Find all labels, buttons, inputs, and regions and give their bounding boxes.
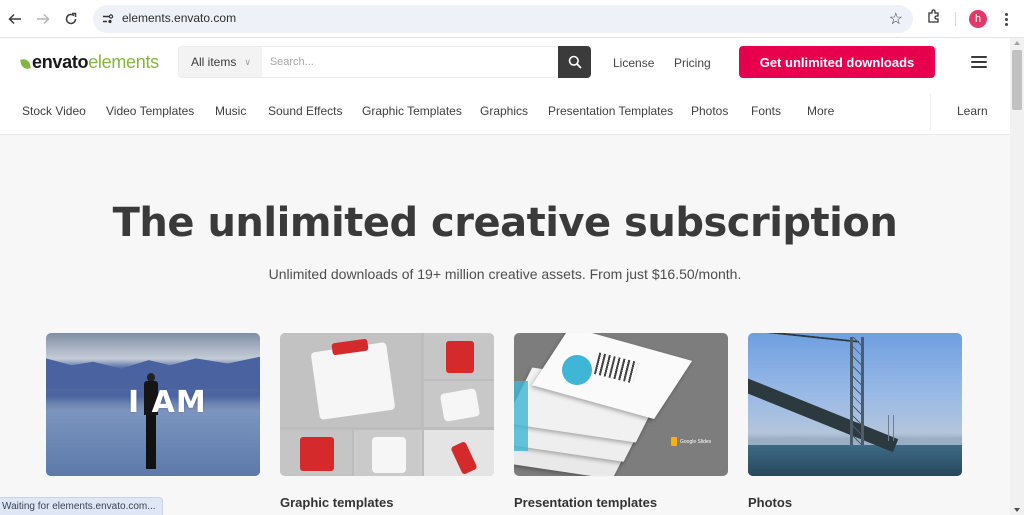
tune-icon xyxy=(103,14,114,24)
envato-elements-logo[interactable]: envato elements xyxy=(20,52,159,73)
figure-legs xyxy=(146,415,156,469)
scroll-thumb[interactable] xyxy=(1012,50,1022,110)
slide-accent xyxy=(514,381,528,451)
site-header: envato elements All items ∨ License Pric… xyxy=(0,38,1010,135)
nav-item-presentation-templates[interactable]: Presentation Templates xyxy=(548,104,673,118)
chevron-down-icon: ∨ xyxy=(244,56,251,67)
bookmark-star-icon[interactable]: ☆ xyxy=(889,9,903,29)
kebab-dot xyxy=(1004,22,1008,26)
hero-title: The unlimited creative subscription xyxy=(112,200,898,246)
scroll-down-arrow-icon[interactable] xyxy=(1014,508,1020,512)
card-thumbnail-lake[interactable]: I AM xyxy=(46,333,260,476)
nav-item-more[interactable]: More xyxy=(807,104,834,118)
category-card-graphic-templates[interactable]: Graphic templates xyxy=(280,333,494,510)
puzzle-icon xyxy=(928,9,939,23)
card-thumbnail-bridge[interactable] xyxy=(748,333,962,476)
card-label[interactable]: Photos xyxy=(748,495,792,510)
category-dropdown[interactable]: All items ∨ xyxy=(178,46,262,78)
hamburger-line xyxy=(971,61,987,63)
white-polo-red-trim xyxy=(372,437,406,473)
site-info-button[interactable] xyxy=(99,10,117,28)
card-thumbnail-polo-shirts[interactable] xyxy=(280,333,494,476)
search-input[interactable] xyxy=(261,46,559,78)
kebab-dot xyxy=(1004,12,1008,16)
pricing-link[interactable]: Pricing xyxy=(674,56,711,70)
get-unlimited-downloads-button[interactable]: Get unlimited downloads xyxy=(739,46,935,78)
category-card-stock-video[interactable]: I AM xyxy=(46,333,260,476)
card-thumbnail-slides[interactable]: Google Slides xyxy=(514,333,728,476)
bridge-far-tower xyxy=(888,415,894,441)
search-bar: All items ∨ xyxy=(178,46,591,78)
forward-button[interactable] xyxy=(33,9,53,29)
kebab-dot xyxy=(1004,17,1008,21)
url-text[interactable]: elements.envato.com xyxy=(122,11,236,25)
address-bar[interactable]: elements.envato.com ☆ xyxy=(93,5,913,33)
browser-toolbar: elements.envato.com ☆ h xyxy=(0,0,1024,38)
leaf-icon xyxy=(20,58,31,70)
white-polo-shirt xyxy=(310,342,396,420)
category-card-presentation-templates[interactable]: Google Slides Presentation templates xyxy=(514,333,728,510)
nav-item-sound-effects[interactable]: Sound Effects xyxy=(268,104,343,118)
toolbar-divider xyxy=(955,12,956,26)
license-link[interactable]: License xyxy=(613,56,654,70)
profile-avatar[interactable]: h xyxy=(969,10,987,28)
back-button[interactable] xyxy=(5,9,25,29)
bridge-tower xyxy=(850,337,864,445)
arrow-right-icon xyxy=(37,13,50,25)
google-slides-badge: Google Slides xyxy=(671,437,711,446)
red-polo-flat xyxy=(300,437,334,471)
bridge-cable xyxy=(748,333,860,367)
nav-item-stock-video[interactable]: Stock Video xyxy=(22,104,86,118)
nav-item-learn[interactable]: Learn xyxy=(957,104,988,118)
logo-elements-text: elements xyxy=(88,52,159,72)
red-polo-folded xyxy=(446,341,474,373)
category-dropdown-label: All items xyxy=(191,55,237,69)
browser-menu-button[interactable] xyxy=(1000,9,1012,29)
search-button[interactable] xyxy=(558,46,591,78)
arrow-left-icon xyxy=(8,13,21,25)
card-label[interactable]: Graphic templates xyxy=(280,495,393,510)
nav-item-fonts[interactable]: Fonts xyxy=(751,104,781,118)
logo-envato-text: envato xyxy=(32,52,89,72)
browser-status-bubble: Waiting for elements.envato.com... xyxy=(0,497,163,515)
reload-button[interactable] xyxy=(61,9,81,29)
scroll-up-arrow-icon[interactable] xyxy=(1014,41,1020,45)
cyan-circle xyxy=(562,355,592,385)
card-label[interactable]: Presentation templates xyxy=(514,495,657,510)
extensions-button[interactable] xyxy=(926,9,944,27)
hamburger-line xyxy=(971,66,987,68)
page-scrollbar[interactable] xyxy=(1010,38,1024,515)
nav-item-graphic-templates[interactable]: Graphic Templates xyxy=(362,104,462,118)
nav-item-graphics[interactable]: Graphics xyxy=(480,104,528,118)
nav-item-photos[interactable]: Photos xyxy=(691,104,728,118)
hamburger-menu-icon[interactable] xyxy=(971,56,987,68)
nav-item-video-templates[interactable]: Video Templates xyxy=(106,104,194,118)
hamburger-line xyxy=(971,56,987,58)
reload-icon xyxy=(65,12,77,25)
google-slides-icon xyxy=(671,437,677,446)
search-icon xyxy=(568,55,582,69)
category-card-photos[interactable]: Photos xyxy=(748,333,962,510)
category-nav: Stock Video Video Templates Music Sound … xyxy=(0,94,1010,130)
thumbnail-overlay-text: I AM xyxy=(128,385,207,420)
sea-shape xyxy=(748,445,962,476)
nav-divider xyxy=(930,94,931,130)
google-slides-label: Google Slides xyxy=(680,438,712,445)
nav-item-music[interactable]: Music xyxy=(215,104,246,118)
hero-subtitle: Unlimited downloads of 19+ million creat… xyxy=(268,266,742,282)
